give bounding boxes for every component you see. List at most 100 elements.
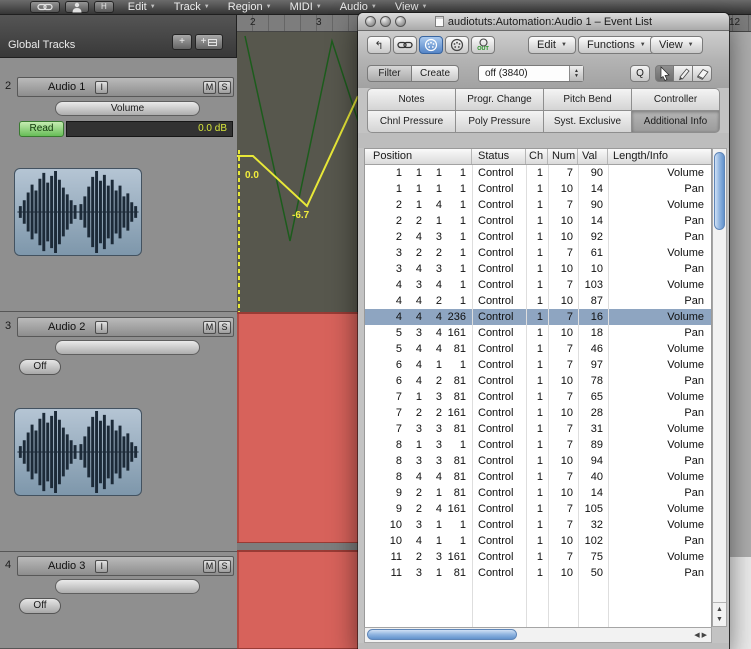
functions-menu-button[interactable]: Functions ▼ — [578, 36, 655, 54]
event-row[interactable]: 3431 Control 1 10 10 Pan — [365, 261, 711, 277]
event-row[interactable]: 8131 Control 1 7 89 Volume — [365, 437, 711, 453]
event-row[interactable]: 9 2 1 81 Control 1 10 14 Pan — [365, 485, 711, 501]
event-row[interactable]: 4 4 4 236 Control 1 7 16 Volume — [365, 309, 711, 325]
event-row[interactable]: 10 4 1 1 Control 1 10 102 Pan — [365, 533, 711, 549]
view-menu-button[interactable]: View ▼ — [650, 36, 703, 54]
menu-track[interactable]: Track ▼ — [174, 1, 210, 13]
filter-button-pitch-bend[interactable]: Pitch Bend — [544, 89, 631, 110]
arrange-scrollbar-thumb[interactable] — [730, 557, 751, 649]
filter-button-syst-exclusive[interactable]: Syst. Exclusive — [544, 111, 631, 132]
event-row[interactable]: 8 3 3 81 Control 1 10 94 Pan — [365, 453, 711, 469]
menu-region[interactable]: Region ▼ — [228, 1, 272, 13]
vertical-scrollbar[interactable]: ▲ ▼ — [712, 148, 727, 627]
minimize-button[interactable] — [380, 16, 391, 27]
pencil-tool-button[interactable] — [674, 65, 693, 82]
zoom-button[interactable] — [395, 16, 406, 27]
event-row[interactable]: 6 4 2 81 Control 1 10 78 Pan — [365, 373, 711, 389]
mute-button[interactable]: M — [203, 559, 216, 573]
track-audio2[interactable]: 3 Audio 2 I M S Off — [0, 312, 237, 552]
scrollbar-thumb[interactable] — [367, 629, 517, 640]
automation-lane-audio1[interactable]: 0.0 -6.7 — [237, 32, 359, 312]
filter-mode-button[interactable]: Filter — [367, 65, 412, 82]
filter-button-additional-info[interactable]: Additional Info — [632, 111, 719, 132]
event-row[interactable]: 3221 Control 1 7 61 Volume — [365, 245, 711, 261]
add-track-button[interactable]: + — [172, 34, 192, 50]
event-row[interactable]: 5 3 4 161 Control 1 10 18 Pan — [365, 325, 711, 341]
filter-button-poly-pressure[interactable]: Poly Pressure — [456, 111, 543, 132]
automation-parameter-select[interactable]: Volume — [55, 101, 200, 116]
scrollbar-arrows[interactable]: ▲ ▼ — [713, 602, 726, 626]
filter-button-controller[interactable]: Controller — [632, 89, 719, 110]
midi-in-button[interactable] — [419, 36, 443, 54]
catch-button[interactable] — [65, 1, 89, 13]
pointer-tool-button[interactable] — [655, 65, 674, 82]
track-name[interactable]: Audio 3 — [48, 560, 85, 572]
menu-audio[interactable]: Audio ▼ — [340, 1, 377, 13]
event-row[interactable]: 1111 Control 1 7 90 Volume — [365, 165, 711, 181]
menu-midi[interactable]: MIDI ▼ — [290, 1, 322, 13]
automation-mode-button[interactable]: Off — [19, 598, 61, 614]
midi-thru-button[interactable] — [445, 36, 469, 54]
menu-edit[interactable]: Edit ▼ — [128, 1, 156, 13]
waveform-thumbnail[interactable] — [14, 168, 142, 256]
arrange-scrollbar[interactable] — [729, 32, 751, 649]
event-row[interactable]: 9 2 4 161 Control 1 7 105 Volume — [365, 501, 711, 517]
event-row[interactable]: 10 3 1 1 Control 1 7 32 Volume — [365, 517, 711, 533]
automation-parameter-select[interactable] — [55, 579, 200, 594]
input-monitor-button[interactable]: I — [95, 559, 109, 573]
window-title-bar[interactable]: audiotuts:Automation:Audio 1 – Event Lis… — [358, 13, 729, 31]
input-monitor-button[interactable]: I — [95, 320, 109, 334]
solo-button[interactable]: S — [218, 80, 231, 94]
event-row[interactable]: 2431 Control 1 10 92 Pan — [365, 229, 711, 245]
event-row[interactable]: 2211 Control 1 10 14 Pan — [365, 213, 711, 229]
scrollbar-thumb[interactable] — [714, 152, 725, 230]
automation-parameter-select[interactable] — [55, 340, 200, 355]
create-mode-button[interactable]: Create — [411, 65, 459, 82]
event-row[interactable]: 7 3 3 81 Control 1 7 31 Volume — [365, 421, 711, 437]
hierarchy-button[interactable]: H — [94, 1, 114, 13]
event-row[interactable]: 6411 Control 1 7 97 Volume — [365, 357, 711, 373]
event-row[interactable]: 4341 Control 1 7 103 Volume — [365, 277, 711, 293]
solo-button[interactable]: S — [218, 559, 231, 573]
horizontal-scrollbar[interactable]: ◀▶ — [364, 627, 712, 643]
filter-button-progr-change[interactable]: Progr. Change — [456, 89, 543, 110]
mute-button[interactable]: M — [203, 320, 216, 334]
edit-menu-button[interactable]: Edit ▼ — [528, 36, 576, 54]
track-name[interactable]: Audio 1 — [48, 81, 85, 93]
solo-button[interactable]: S — [218, 320, 231, 334]
track-header[interactable]: Audio 1 I M S — [17, 77, 234, 97]
event-row[interactable]: 1111 Control 1 10 14 Pan — [365, 181, 711, 197]
quantize-apply-button[interactable]: Q — [630, 65, 650, 82]
add-multiple-tracks-button[interactable]: + — [195, 34, 223, 50]
stepper-icon[interactable]: ▲ ▼ — [569, 66, 583, 81]
close-button[interactable] — [365, 16, 376, 27]
track-audio3[interactable]: 4 Audio 3 I M S Off — [0, 552, 237, 649]
event-row[interactable]: 7 1 3 81 Control 1 7 65 Volume — [365, 389, 711, 405]
track-header[interactable]: Audio 2 I M S — [17, 317, 234, 337]
link-mode-button[interactable] — [30, 1, 60, 13]
event-row[interactable]: 8 4 4 81 Control 1 7 40 Volume — [365, 469, 711, 485]
track-name[interactable]: Audio 2 — [48, 321, 85, 333]
event-row[interactable]: 11 3 1 81 Control 1 10 50 Pan — [365, 565, 711, 581]
link-button[interactable] — [393, 36, 417, 54]
scrollbar-arrows[interactable]: ◀▶ — [694, 631, 709, 639]
quantize-select[interactable]: off (3840) ▲ ▼ — [478, 65, 584, 82]
automation-mode-button[interactable]: Off — [19, 359, 61, 375]
track-header[interactable]: Audio 3 I M S — [17, 556, 234, 576]
mute-button[interactable]: M — [203, 80, 216, 94]
eraser-tool-button[interactable] — [693, 65, 712, 82]
event-row[interactable]: 2141 Control 1 7 90 Volume — [365, 197, 711, 213]
menu-view[interactable]: View ▼ — [395, 1, 428, 13]
volume-automation-curve[interactable] — [237, 95, 359, 208]
catch-playhead-button[interactable]: ↰ — [367, 36, 391, 54]
event-row[interactable]: 5 4 4 81 Control 1 7 46 Volume — [365, 341, 711, 357]
event-row[interactable]: 11 2 3 161 Control 1 7 75 Volume — [365, 549, 711, 565]
waveform-thumbnail[interactable] — [14, 408, 142, 496]
event-row[interactable]: 4421 Control 1 10 87 Pan — [365, 293, 711, 309]
input-monitor-button[interactable]: I — [95, 80, 109, 94]
midi-out-button[interactable]: OUT — [471, 36, 495, 54]
track-audio1[interactable]: 2 Audio 1 I M S Volume Read 0.0 dB — [0, 58, 237, 312]
automation-mode-button[interactable]: Read — [19, 121, 64, 137]
filter-button-notes[interactable]: Notes — [368, 89, 455, 110]
filter-button-chnl-pressure[interactable]: Chnl Pressure — [368, 111, 455, 132]
